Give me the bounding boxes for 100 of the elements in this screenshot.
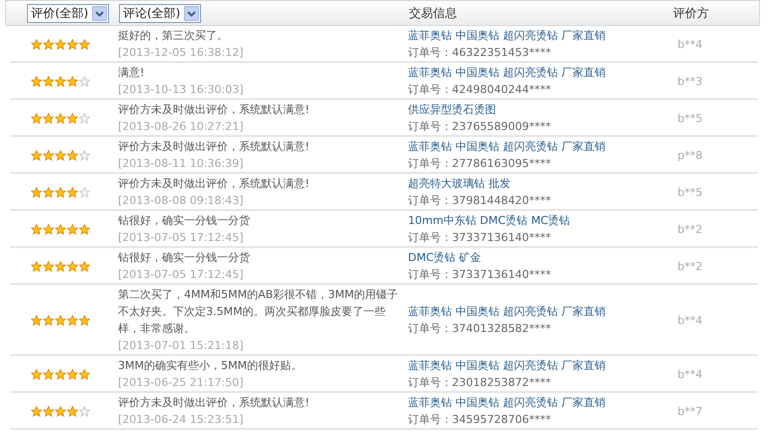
star-icon	[31, 76, 42, 86]
star-icon	[43, 76, 54, 86]
order-number: 订单号：27786163095****	[408, 157, 551, 170]
rater-name: b**7	[678, 404, 702, 420]
star-icon	[31, 224, 42, 234]
rater-name: b**5	[678, 184, 702, 200]
review-comment: 3MM的确实有些小，5MM的很好贴。	[118, 359, 302, 372]
star-icon	[55, 260, 66, 272]
star-icon	[55, 38, 66, 50]
rater-name: b**2	[678, 258, 702, 274]
star-icon	[31, 314, 42, 326]
star-icon	[43, 112, 54, 124]
star-icon	[67, 368, 78, 380]
star-icon	[55, 112, 66, 124]
star-icon	[67, 38, 78, 50]
star-icon	[79, 314, 90, 326]
order-number: 订单号：37337136140****	[408, 268, 551, 281]
review-comment: 评价方未及时做出评价，系统默认满意!	[118, 140, 310, 153]
star-icon	[67, 406, 78, 416]
star-icon	[31, 150, 42, 160]
caret-icon	[92, 6, 108, 20]
product-link[interactable]: 供应异型烫石烫图	[408, 103, 496, 116]
review-comment: 钻很好，确实一分钱一分货	[118, 214, 250, 227]
star-icon	[55, 224, 66, 234]
star-icon	[43, 368, 54, 380]
product-link[interactable]: 蓝菲奥钻 中国奥钻 超闪亮烫钻 厂家直销	[408, 140, 606, 153]
star-icon	[31, 260, 42, 272]
filter-dropdown[interactable]: 评价(全部)	[27, 4, 110, 22]
caret-icon	[184, 6, 200, 20]
review-date: [2013-08-08 09:18:43]	[118, 193, 244, 209]
star-icon	[31, 186, 42, 198]
star-icon	[31, 406, 42, 416]
order-number: 订单号：34595728706****	[408, 413, 551, 426]
order-number: 订单号：37401328582****	[408, 322, 551, 335]
review-date: [2013-07-05 17:12:45]	[118, 230, 244, 246]
order-number: 订单号：37337136140****	[408, 231, 551, 244]
star-icon	[43, 314, 54, 326]
star-icon	[67, 186, 78, 198]
product-link[interactable]: 蓝菲奥钻 中国奥钻 超闪亮烫钻 厂家直销	[408, 359, 606, 372]
order-number: 订单号：23018253872****	[408, 376, 551, 389]
product-link[interactable]: 超亮特大玻璃钻 批发	[408, 177, 510, 190]
product-link[interactable]: DMC烫钻 矿金	[408, 251, 482, 264]
star-icon	[67, 76, 78, 86]
star-icon	[79, 224, 90, 234]
filter-dropdown[interactable]: 评论(全部)	[119, 4, 202, 22]
product-link[interactable]: 蓝菲奥钻 中国奥钻 超闪亮烫钻 厂家直销	[408, 66, 606, 79]
review-comment: 挺好的，第三次买了。	[118, 29, 228, 42]
review-comment: 第二次买了，4MM和5MM的AB彩很不错，3MM的用镊子不太好夹。下次定3.5MM的。两次买都厚脸皮要了一些样，非常感谢。	[118, 288, 398, 335]
product-link[interactable]: 蓝菲奥钻 中国奥钻 超闪亮烫钻 厂家直销	[408, 396, 606, 409]
product-link[interactable]: 10mm中东钻 DMC烫钻 MC烫钻	[408, 214, 570, 227]
order-number: 订单号：42498040244****	[408, 83, 551, 96]
star-icon	[31, 38, 42, 50]
star-icon	[79, 406, 90, 416]
star-icon	[55, 368, 66, 380]
review-comment: 满意!	[118, 66, 144, 79]
star-icon	[55, 76, 66, 86]
rater-name: b**5	[678, 110, 702, 126]
star-icon	[43, 38, 54, 50]
star-icon	[43, 224, 54, 234]
star-icon	[79, 38, 90, 50]
review-comment: 评价方未及时做出评价，系统默认满意!	[118, 396, 310, 409]
star-icon	[67, 150, 78, 160]
star-icon	[55, 150, 66, 160]
review-date: [2013-06-24 15:23:51]	[118, 412, 244, 428]
star-icon	[31, 368, 42, 380]
rater-name: b**2	[678, 222, 702, 238]
rater-name: b**4	[678, 36, 702, 52]
star-icon	[79, 260, 90, 272]
review-comment: 评价方未及时做出评价，系统默认满意!	[118, 177, 310, 190]
star-icon	[79, 112, 90, 124]
star-icon	[43, 406, 54, 416]
star-icon	[55, 314, 66, 326]
product-link[interactable]: 蓝菲奥钻 中国奥钻 超闪亮烫钻 厂家直销	[408, 305, 606, 318]
review-date: [2013-06-25 21:17:50]	[118, 375, 244, 391]
star-icon	[31, 112, 42, 124]
order-number: 订单号：23765589009****	[408, 120, 551, 133]
review-date: [2013-07-01 15:21:18]	[118, 338, 244, 354]
star-icon	[67, 112, 78, 124]
rater-name: b**4	[678, 312, 702, 328]
star-icon	[43, 186, 54, 198]
review-date: [2013-08-11 10:36:39]	[118, 156, 244, 172]
star-icon	[55, 406, 66, 416]
product-link[interactable]: 蓝菲奥钻 中国奥钻 超闪亮烫钻 厂家直销	[408, 29, 606, 42]
review-date: [2013-10-13 16:30:03]	[118, 82, 244, 98]
star-icon	[79, 186, 90, 198]
rater-name: p**8	[678, 148, 702, 164]
star-icon	[67, 314, 78, 326]
star-icon	[67, 260, 78, 272]
review-date: [2013-08-26 10:27:21]	[118, 119, 244, 135]
star-icon	[43, 260, 54, 272]
rater-name: b**3	[678, 74, 702, 90]
review-date: [2013-12-05 16:38:12]	[118, 45, 244, 61]
order-number: 订单号：37981448420****	[408, 194, 551, 207]
column-header: 评价方	[673, 6, 709, 20]
star-icon	[67, 224, 78, 234]
star-icon	[79, 150, 90, 160]
star-icon	[79, 76, 90, 86]
column-header: 交易信息	[409, 6, 457, 20]
review-date: [2013-07-05 17:12:45]	[118, 267, 244, 283]
star-icon	[79, 368, 90, 380]
